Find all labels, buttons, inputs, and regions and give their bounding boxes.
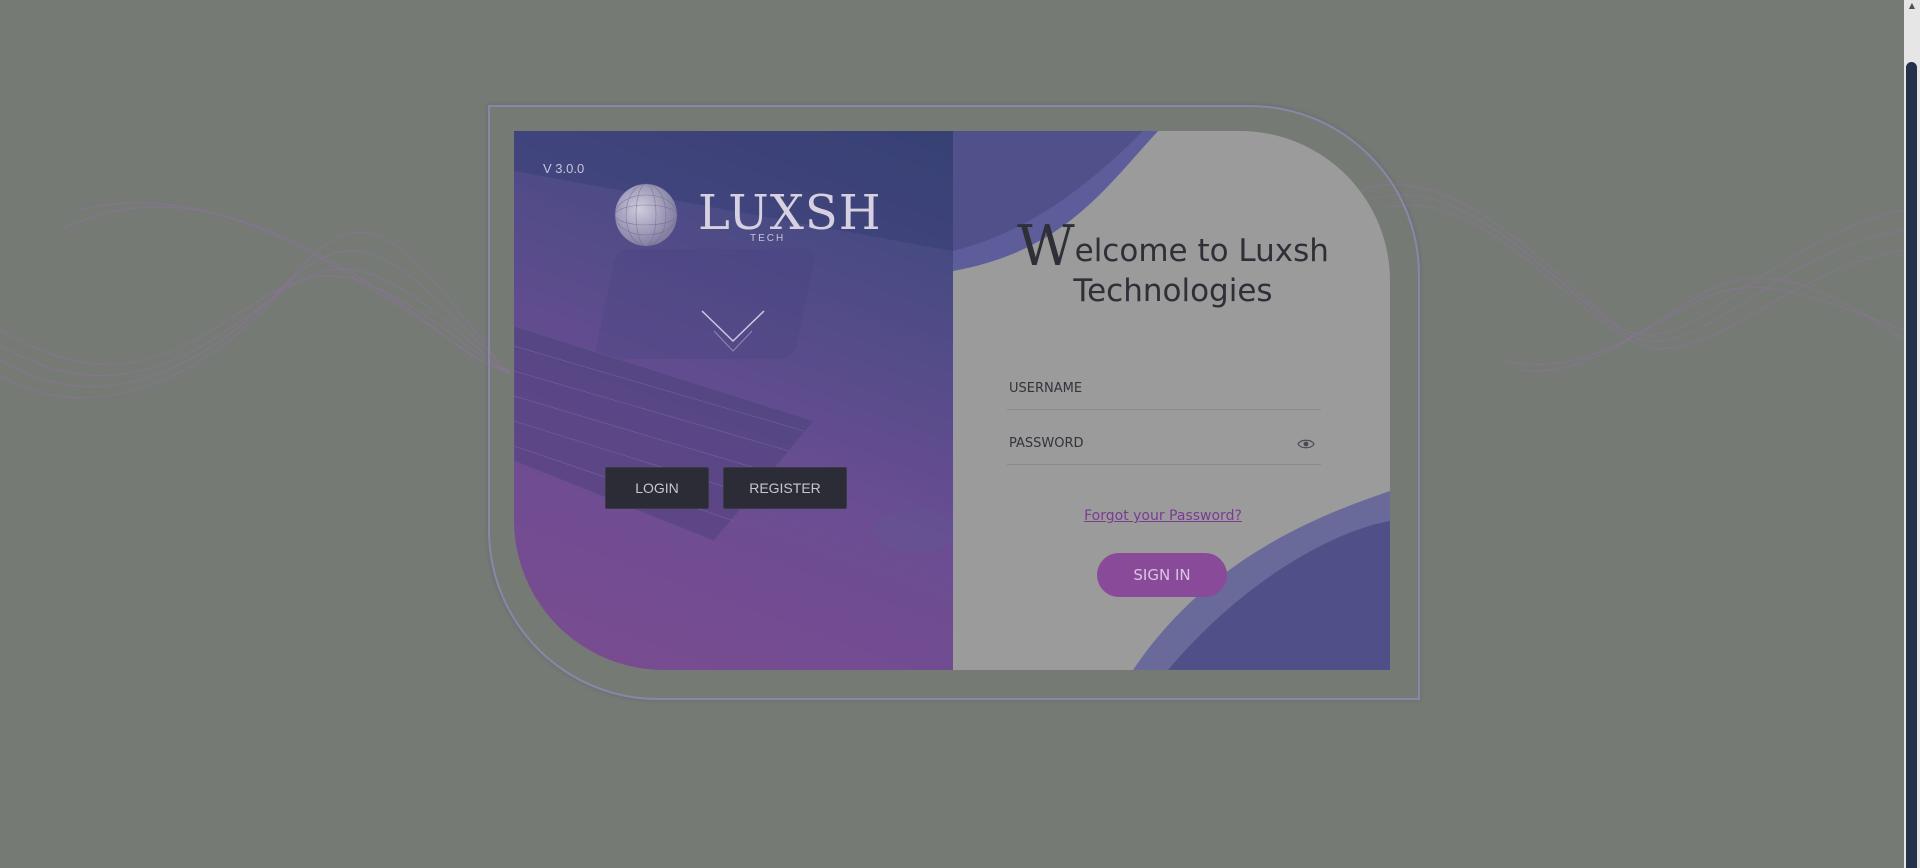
login-tab-button[interactable]: LOGIN — [605, 467, 709, 509]
forgot-password-link[interactable]: Forgot your Password? — [1033, 508, 1293, 524]
sign-in-button[interactable]: SIGN IN — [1097, 553, 1227, 597]
welcome-initial: W — [1017, 214, 1075, 279]
page-scrollbar[interactable]: ▲ — [1904, 0, 1920, 868]
welcome-line-2: Technologies — [1073, 273, 1273, 309]
register-tab-button[interactable]: REGISTER — [723, 467, 847, 509]
password-input[interactable] — [1007, 428, 1291, 458]
scroll-up-arrow-icon[interactable]: ▲ — [1907, 2, 1917, 10]
right-panel: Welcome to Luxsh Technologies Forgot you… — [953, 131, 1390, 670]
username-field — [1007, 373, 1321, 410]
username-input[interactable] — [1007, 373, 1291, 403]
chevron-down-icon — [701, 310, 765, 352]
logo-subtitle: TECH — [750, 233, 786, 244]
version-label: V 3.0.0 — [543, 161, 585, 176]
login-card: V 3.0.0 LUXSH TECH LOGIN REGISTER Welcom… — [514, 131, 1390, 670]
left-panel: V 3.0.0 LUXSH TECH LOGIN REGISTER — [514, 131, 953, 670]
logo-wordmark: LUXSH — [698, 185, 882, 241]
welcome-line-1: elcome to Luxsh — [1074, 233, 1329, 269]
eye-icon[interactable] — [1297, 438, 1315, 450]
welcome-heading: Welcome to Luxsh Technologies — [993, 219, 1353, 311]
password-field — [1007, 428, 1321, 465]
scrollbar-thumb[interactable] — [1906, 62, 1917, 868]
